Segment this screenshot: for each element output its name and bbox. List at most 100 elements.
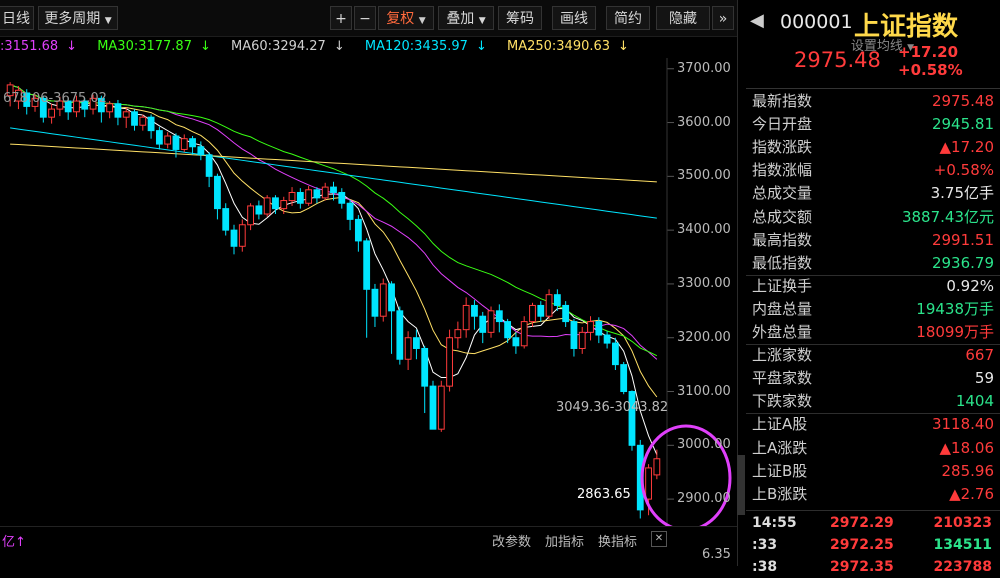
candle-body	[247, 205, 254, 226]
ma-prefix-value: :3151.68 ↓	[0, 39, 78, 54]
candle	[321, 182, 329, 201]
prev-arrow-icon[interactable]: ◀	[750, 10, 764, 31]
change-indicator-button[interactable]: 换指标	[598, 531, 637, 550]
candle-body	[313, 189, 321, 199]
candle-body	[595, 321, 603, 336]
candle	[620, 361, 628, 395]
candle-body	[155, 130, 163, 145]
candle	[504, 318, 512, 344]
fuquan-label: 复权	[386, 11, 415, 27]
candle-body	[653, 458, 661, 476]
candle	[562, 301, 570, 327]
candle-body	[272, 197, 279, 210]
y-tick-label: 3100.00	[677, 383, 731, 399]
candle-body	[396, 310, 404, 360]
edit-params-button[interactable]: 改参数	[492, 531, 531, 550]
candle	[570, 318, 578, 357]
candle-body	[471, 304, 478, 317]
quote-row-value: 19438万手	[916, 299, 994, 318]
yi-label: 亿↑	[2, 535, 26, 550]
candle	[454, 321, 462, 349]
candle-body	[238, 224, 246, 247]
chips-button[interactable]: 筹码	[498, 6, 542, 30]
candle	[487, 306, 495, 338]
quote-row: 上证B股 285.96	[752, 460, 994, 483]
quote-row-value: ▲17.20	[939, 138, 994, 157]
candle-body	[578, 331, 586, 349]
ma-legend: :3151.68 ↓ MA30:3177.87 ↓ MA60:3294.27 ↓ MA…	[0, 36, 737, 58]
quote-row-value: 3.75亿手	[930, 184, 994, 203]
quote-row: 总成交额 3887.43亿元	[752, 206, 994, 229]
ma10-line	[9, 84, 658, 398]
candle-body	[495, 310, 503, 323]
candle-body	[645, 467, 652, 500]
quote-row-label: 总成交额	[752, 207, 813, 226]
quote-row-label: 最新指数	[752, 92, 813, 110]
zoom-in-button[interactable]: +	[330, 6, 352, 30]
more-period-label: 更多周期	[44, 11, 101, 27]
candle	[371, 283, 379, 327]
quote-row: 最低指数 2936.79	[752, 252, 994, 275]
quote-row-label: 上证换手	[752, 276, 813, 295]
candle	[338, 188, 346, 209]
quote-row: 上证A股 3118.40	[752, 413, 994, 436]
quote-row: 下跌家数 1404	[752, 390, 994, 413]
quote-row-label: 最低指数	[752, 253, 813, 272]
tick-time: :33	[752, 537, 778, 553]
candle-body	[164, 135, 172, 145]
overlay-dropdown[interactable]: 叠加 ▼	[438, 6, 494, 30]
tick-price: 2972.25	[830, 537, 894, 553]
quote-row-value: 0.92%	[946, 276, 994, 295]
ma60-value: MA60:3294.27 ↓	[231, 39, 345, 54]
y-tick-label: 3600.00	[677, 114, 731, 130]
scrollbar[interactable]	[737, 455, 745, 515]
quote-row-label: 上A涨跌	[752, 438, 808, 457]
hide-button[interactable]: 隐藏	[656, 6, 710, 30]
kline-chart[interactable]: 678.06-3675.02 3049.36-3043.82 2863.65 3…	[0, 58, 737, 532]
ma250-value: MA250:3490.63 ↓	[506, 39, 629, 54]
candle-body	[197, 146, 205, 156]
quote-row-label: 上证A股	[752, 415, 808, 434]
security-code: 000001	[780, 11, 853, 33]
y-tick-label: 3500.00	[677, 168, 731, 184]
daily-period-button[interactable]: 日线	[0, 6, 34, 30]
quote-row: 平盘家数 59	[752, 367, 994, 390]
close-icon[interactable]: ✕	[651, 531, 667, 547]
candle	[131, 109, 138, 131]
add-indicator-button[interactable]: 加指标	[545, 531, 584, 550]
candle	[545, 289, 553, 319]
quote-row-label: 上证B股	[752, 461, 808, 480]
candle-body	[305, 189, 313, 204]
zoom-out-button[interactable]: −	[354, 6, 376, 30]
quote-row-value: 2991.51	[931, 230, 994, 249]
expand-button[interactable]: »	[712, 6, 734, 30]
change-value: +17.20	[898, 43, 959, 61]
candle-body	[587, 321, 594, 333]
candle	[247, 203, 254, 231]
quote-row-label: 指数涨幅	[752, 161, 813, 180]
quote-row: 今日开盘 2945.81	[752, 113, 994, 136]
candle-body	[131, 111, 138, 126]
candle-body	[106, 103, 114, 113]
candle	[122, 107, 130, 128]
brief-button[interactable]: 简约	[606, 6, 650, 30]
fuquan-dropdown[interactable]: 复权 ▼	[378, 6, 434, 30]
y-tick-label: 3700.00	[677, 60, 731, 76]
quote-row: 内盘总量 19438万手	[752, 298, 994, 321]
y-tick-label: 3300.00	[677, 275, 731, 291]
more-period-dropdown[interactable]: 更多周期 ▼	[38, 6, 118, 30]
tick-row: :38 2972.35 223788	[746, 556, 1000, 578]
range-right-label: 3049.36-3043.82	[556, 400, 669, 415]
candle-body	[454, 329, 462, 339]
candle-body	[230, 229, 238, 247]
kline-svg	[6, 58, 732, 532]
candle-body	[147, 116, 155, 132]
quote-row-label: 今日开盘	[752, 115, 813, 134]
candle-body	[520, 321, 528, 347]
quote-row-value: +0.58%	[933, 161, 994, 180]
candle	[446, 329, 453, 392]
candle	[595, 317, 603, 344]
quote-row-label: 平盘家数	[752, 369, 813, 388]
draw-line-button[interactable]: 画线	[552, 6, 596, 30]
candle-body	[446, 337, 453, 387]
